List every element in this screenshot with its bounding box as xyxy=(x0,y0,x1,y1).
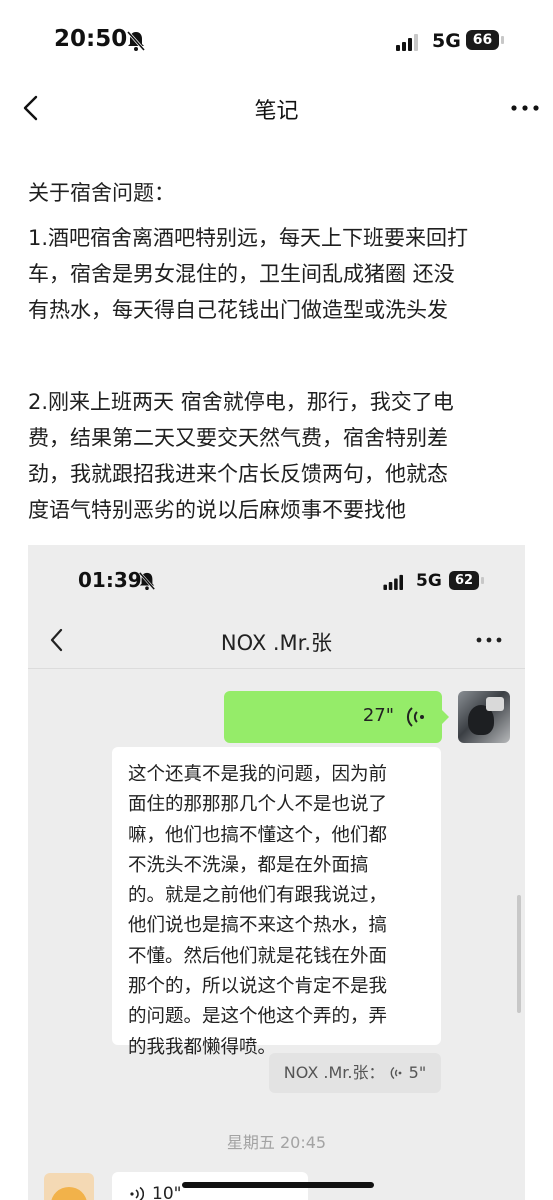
screenshot-battery-level: 62 xyxy=(454,573,474,588)
voice-transcript-bubble: 这个还真不是我的问题，因为前 面住的那那那几个人不是也说了 嘛，他们也搞不懂这个… xyxy=(112,747,441,1058)
battery-level: 66 xyxy=(472,32,493,48)
outgoing-voice-message: 27" xyxy=(224,691,449,743)
header-divider xyxy=(28,668,525,669)
voice-wave-icon xyxy=(130,1186,144,1200)
note-line: 费，结果第二天又要交天然气费，宿舍特别差 xyxy=(28,426,448,450)
battery-icon: 62 xyxy=(449,570,485,592)
transcript-line: 那个的，所以说这个肯定不是我 xyxy=(128,976,388,998)
home-indicator[interactable] xyxy=(182,1182,374,1188)
note-line: 劲，我就跟招我进来个店长反馈两句，他就态 xyxy=(28,462,448,486)
battery-icon: 66 xyxy=(466,28,506,52)
screenshot-network-type: 5G xyxy=(416,571,442,591)
transcript-line: 面住的那那那几个人不是也说了 xyxy=(128,794,388,816)
status-time: 20:50 xyxy=(54,26,128,52)
transcript-line: 这个还真不是我的问题，因为前 xyxy=(128,764,388,785)
page-title: 笔记 xyxy=(254,99,299,124)
my-avatar xyxy=(458,691,510,743)
contact-avatar xyxy=(44,1173,94,1200)
quoted-sender: NOX .Mr.张： xyxy=(283,1063,385,1082)
chat-title: NOX .Mr.张 xyxy=(220,631,333,655)
cellular-signal-icon xyxy=(383,574,403,590)
network-type: 5G xyxy=(432,30,461,52)
transcript-line: 嘛，他们也搞不懂这个，他们都 xyxy=(128,824,388,846)
note-paragraph-1: 1.酒吧宿舍离酒吧特别远，每天上下班要来回打 车，宿舍是男女混住的，卫生间乱成猪… xyxy=(28,220,528,328)
message-timestamp: 星期五 20:45 xyxy=(226,1133,327,1152)
voice-duration: 10" xyxy=(152,1184,182,1200)
transcript-line: 不洗头不洗澡，都是在外面搞 xyxy=(128,854,369,876)
more-options-icon[interactable] xyxy=(510,103,540,113)
note-heading: 关于宿舍问题： xyxy=(28,181,175,205)
quoted-voice-chip: NOX .Mr.张： 5" xyxy=(269,1053,441,1093)
transcript-line: 的。就是之前他们有跟我说过， xyxy=(128,885,388,907)
cellular-signal-icon xyxy=(396,34,418,51)
note-paragraph-2: 2.刚来上班两天 宿舍就停电，那行，我交了电 费，结果第二天又要交天然气费，宿舍… xyxy=(28,384,528,528)
screenshot-status-time: 01:39 xyxy=(78,568,142,592)
mute-bell-icon xyxy=(138,572,156,590)
transcript-line: 他们说也是搞不来这个热水，搞 xyxy=(128,915,388,937)
mute-bell-icon xyxy=(126,31,146,51)
voice-duration: 27" xyxy=(362,705,394,726)
transcript-line: 的问题。是这个他这个弄的，弄 xyxy=(128,1006,388,1028)
note-line: 有热水，每天得自己花钱出门做造型或洗头发 xyxy=(28,298,448,322)
embedded-chat-screenshot[interactable]: 01:39 5G 62 NOX .Mr.张 27" 这个还真不是我的问题，因为前… xyxy=(28,545,525,1200)
voice-wave-icon xyxy=(406,707,424,727)
note-line: 车，宿舍是男女混住的，卫生间乱成猪圈 还没 xyxy=(28,262,455,286)
more-options-icon xyxy=(476,637,502,643)
scroll-indicator xyxy=(517,895,521,1013)
transcript-line: 不懂。然后他们就是花钱在外面 xyxy=(128,945,388,967)
note-line: 度语气特别恶劣的说以后麻烦事不要找他 xyxy=(28,498,406,522)
note-line: 1.酒吧宿舍离酒吧特别远，每天上下班要来回打 xyxy=(28,226,469,250)
quoted-duration: 5" xyxy=(408,1063,427,1082)
voice-wave-icon xyxy=(390,1066,401,1080)
note-line: 2.刚来上班两天 宿舍就停电，那行，我交了电 xyxy=(28,390,454,414)
